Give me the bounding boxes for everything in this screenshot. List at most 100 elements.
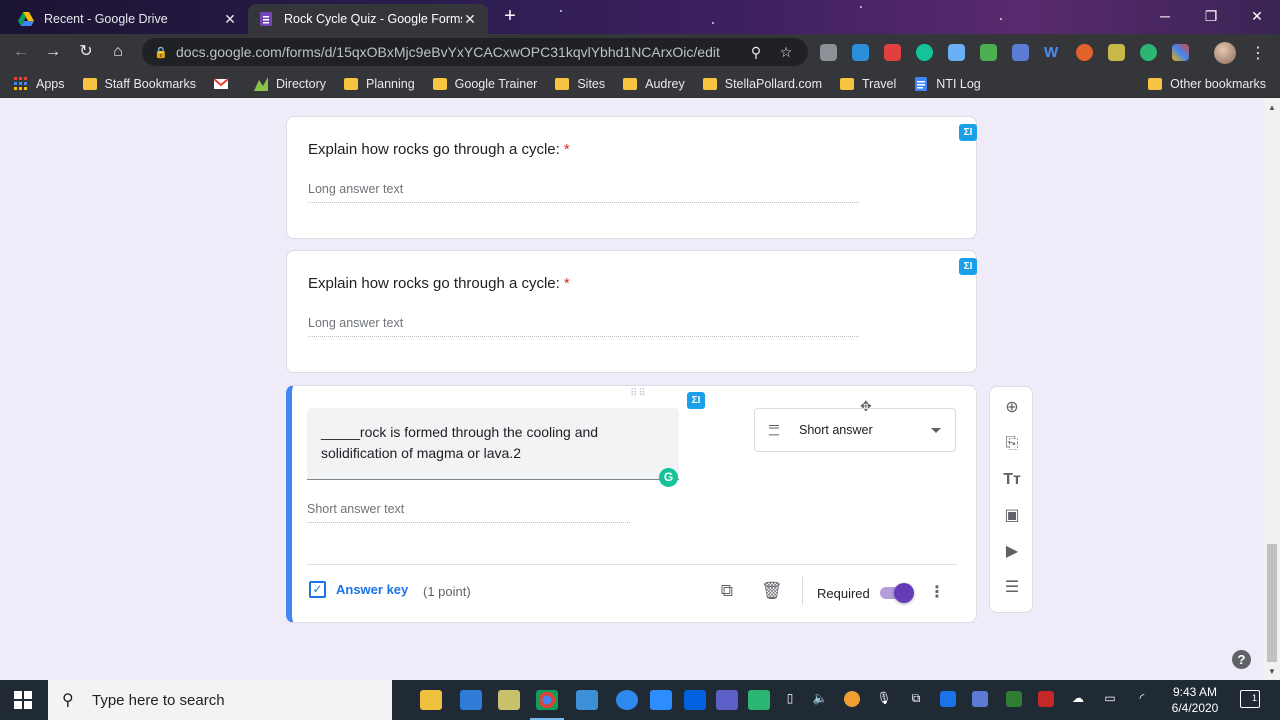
extension-gem-icon[interactable] xyxy=(948,44,965,61)
extension-color-icon[interactable] xyxy=(1172,44,1189,61)
security-shield-icon[interactable] xyxy=(940,691,956,707)
back-arrow-icon[interactable]: ← xyxy=(10,41,32,63)
onedrive-icon[interactable]: ☁ xyxy=(1070,691,1086,707)
extension-badge-icon[interactable]: ΣI xyxy=(959,124,977,141)
address-bar[interactable]: 🔒 docs.google.com/forms/d/15qxOBxMjc9eBv… xyxy=(142,38,808,66)
wifi-icon[interactable]: ◜ xyxy=(1134,691,1150,707)
close-window-button[interactable]: ✕ xyxy=(1234,0,1280,32)
tab-google-forms[interactable]: Rock Cycle Quiz - Google Forms ✕ xyxy=(248,4,488,34)
tray-app-icon[interactable] xyxy=(844,691,860,707)
extension-badge-icon[interactable]: ΣI xyxy=(687,392,705,409)
minimize-button[interactable]: ─ xyxy=(1142,0,1188,32)
meta-icon[interactable] xyxy=(684,690,706,710)
new-tab-button[interactable]: + xyxy=(500,6,520,26)
bookmark-sites[interactable]: Sites xyxy=(555,77,605,91)
bookmark-other-bookmarks[interactable]: Other bookmarks xyxy=(1148,77,1266,91)
bookmark-apps[interactable]: Apps xyxy=(14,76,65,91)
extension-s-icon[interactable] xyxy=(852,44,869,61)
bookmark-stellapollard[interactable]: StellaPollard.com xyxy=(702,76,823,91)
question-card[interactable]: Explain how rocks go through a cycle: * L… xyxy=(286,250,977,373)
forward-arrow-icon[interactable]: → xyxy=(42,41,64,63)
photos-icon[interactable] xyxy=(576,690,598,710)
grammarly-icon[interactable]: G xyxy=(659,468,678,487)
extension-stack-icon[interactable] xyxy=(820,44,837,61)
profile-avatar[interactable] xyxy=(1214,42,1236,64)
help-icon[interactable]: ? xyxy=(1232,650,1251,669)
tab-google-drive[interactable]: Recent - Google Drive ✕ xyxy=(8,4,248,34)
battery-icon[interactable]: ▭ xyxy=(1102,691,1118,707)
notes-icon[interactable] xyxy=(498,690,520,710)
question-text-line: _____rock is formed through the cooling … xyxy=(321,424,599,440)
drag-handle-icon[interactable]: ⠿⠿ xyxy=(630,388,647,399)
tab-close-icon[interactable]: ✕ xyxy=(222,11,238,28)
bookmark-planning[interactable]: Planning xyxy=(344,77,415,91)
duplicate-icon[interactable]: ⧉ xyxy=(717,581,737,601)
bookmark-travel[interactable]: Travel xyxy=(840,77,896,91)
extension-car-icon[interactable] xyxy=(884,44,901,61)
mail-icon[interactable] xyxy=(460,690,482,710)
home-icon[interactable]: ⌂ xyxy=(107,41,129,63)
extension-w-icon[interactable]: W xyxy=(1044,44,1061,61)
bookmark-directory[interactable]: Directory xyxy=(253,76,326,91)
extension-flask-icon[interactable] xyxy=(1108,44,1125,61)
help-app-icon[interactable] xyxy=(616,690,638,710)
add-image-icon[interactable]: ▣ xyxy=(1001,505,1023,527)
file-explorer-icon[interactable] xyxy=(420,690,442,710)
gmail-icon xyxy=(213,77,228,89)
tab-close-icon[interactable]: ✕ xyxy=(462,11,478,28)
reload-icon[interactable]: ↻ xyxy=(75,41,97,63)
notification-center-icon[interactable]: 1 xyxy=(1240,690,1260,708)
add-section-icon[interactable]: ☰ xyxy=(1001,577,1023,599)
volume-icon[interactable]: 🔈 xyxy=(812,691,828,707)
teams-icon[interactable] xyxy=(716,690,738,710)
usb-icon[interactable]: ▯ xyxy=(782,691,798,707)
bookmark-label: StellaPollard.com xyxy=(724,76,823,91)
bookmark-audrey[interactable]: Audrey xyxy=(623,77,685,91)
bookmark-nti-log[interactable]: NTI Log xyxy=(914,76,981,91)
required-toggle[interactable] xyxy=(880,583,914,603)
defender-icon[interactable] xyxy=(1006,691,1022,707)
taskbar-clock[interactable]: 9:43 AM 6/4/2020 xyxy=(1162,684,1228,716)
page-scrollbar[interactable]: ▲ ▼ xyxy=(1264,99,1280,680)
mcafee-icon[interactable] xyxy=(1038,691,1054,707)
answer-key-button[interactable]: ✓ Answer key xyxy=(309,581,408,598)
chrome-icon[interactable] xyxy=(530,690,564,720)
short-answer-icon: ═ ─ xyxy=(769,418,779,442)
bookmark-gmail[interactable] xyxy=(213,77,236,91)
trash-icon[interactable]: 🗑 xyxy=(761,581,783,601)
background-star xyxy=(860,6,862,8)
import-questions-icon[interactable]: ⎘ xyxy=(1001,433,1023,455)
browser-menu-icon[interactable]: ⋮ xyxy=(1250,43,1266,63)
question-type-dropdown[interactable]: ═ ─ Short answer xyxy=(754,408,956,452)
active-question-card[interactable]: ⠿⠿ ΣI _____rock is formed through the co… xyxy=(286,385,977,623)
extension-b-icon[interactable] xyxy=(1076,44,1093,61)
microphone-icon[interactable]: 🎙 xyxy=(876,691,892,707)
screen-icon[interactable]: ⧉ xyxy=(908,691,924,707)
search-icon: ⚲ xyxy=(62,692,74,709)
question-text-line: solidification of magma or lava.2 xyxy=(321,445,521,461)
grammarly-extension-icon[interactable] xyxy=(916,44,933,61)
question-title-input[interactable]: _____rock is formed through the cooling … xyxy=(307,408,679,487)
search-icon[interactable]: ⚲ xyxy=(746,44,766,61)
extension-circle-icon[interactable] xyxy=(1140,44,1157,61)
scroll-up-arrow-icon[interactable]: ▲ xyxy=(1268,103,1276,112)
tray-blue-icon[interactable] xyxy=(972,691,988,707)
camtasia-icon[interactable] xyxy=(748,690,770,710)
extension-screencastify-icon[interactable] xyxy=(1012,44,1029,61)
scrollbar-thumb[interactable] xyxy=(1267,544,1277,662)
restore-button[interactable]: ❐ xyxy=(1188,0,1234,32)
scroll-down-arrow-icon[interactable]: ▼ xyxy=(1268,667,1276,676)
add-question-icon[interactable]: ⊕ xyxy=(1001,397,1023,419)
bookmark-star-icon[interactable]: ☆ xyxy=(776,44,796,61)
extension-badge-icon[interactable]: ΣI xyxy=(959,258,977,275)
add-video-icon[interactable]: ▶ xyxy=(1001,541,1023,563)
add-title-icon[interactable]: Tт xyxy=(1001,469,1023,491)
bookmark-staff-bookmarks[interactable]: Staff Bookmarks xyxy=(82,77,196,91)
more-options-icon[interactable]: ⋮ xyxy=(929,582,945,602)
bookmark-google-trainer[interactable]: Google Trainer xyxy=(432,77,537,91)
zoom-icon[interactable] xyxy=(650,690,672,710)
taskbar-search-box[interactable]: ⚲ Type here to search xyxy=(48,680,392,720)
question-card[interactable]: Explain how rocks go through a cycle: * L… xyxy=(286,116,977,239)
windows-start-icon[interactable] xyxy=(14,691,32,709)
extension-green-icon[interactable] xyxy=(980,44,997,61)
